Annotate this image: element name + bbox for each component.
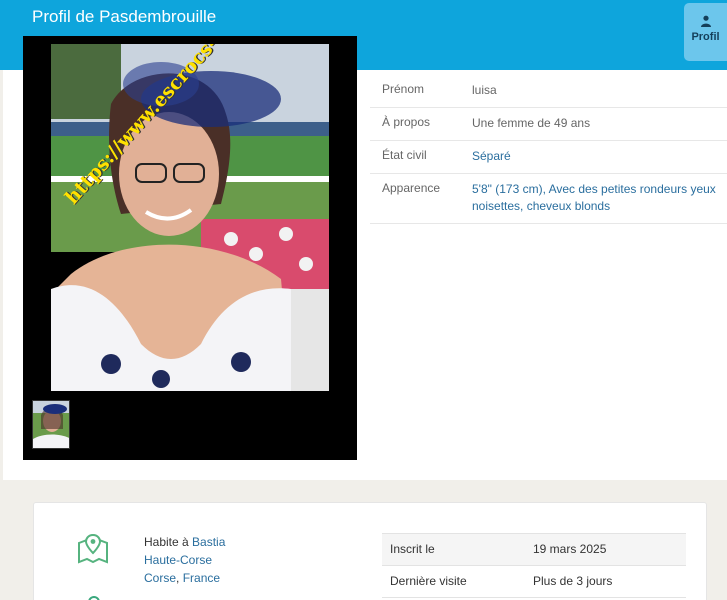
area-link[interactable]: Corse bbox=[144, 571, 176, 585]
account-stats: Inscrit le 19 mars 2025 Dernière visite … bbox=[382, 533, 686, 598]
location-info: Habite à Bastia Haute-Corse Corse, Franc… bbox=[144, 535, 226, 585]
city-link[interactable]: Bastia bbox=[192, 535, 225, 549]
profile-photo-image bbox=[51, 44, 329, 391]
tab-profil-label: Profil bbox=[691, 31, 720, 43]
etat-civil-link[interactable]: Séparé bbox=[472, 148, 727, 165]
detail-row-apparence: Apparence 5'8" (173 cm), Avec des petite… bbox=[370, 174, 727, 224]
region-link[interactable]: Haute-Corse bbox=[144, 553, 212, 567]
stats-row-derniere-visite: Dernière visite Plus de 3 jours bbox=[382, 565, 686, 598]
detail-row-etat-civil: État civil Séparé bbox=[370, 141, 727, 174]
tab-profil[interactable]: Profil bbox=[684, 3, 727, 61]
detail-row-prenom: Prénom luisa bbox=[370, 75, 727, 108]
profile-details: Prénom luisa À propos Une femme de 49 an… bbox=[370, 75, 727, 224]
stats-row-inscrit: Inscrit le 19 mars 2025 bbox=[382, 533, 686, 565]
main-profile-photo[interactable]: https://www.escrocs-du-web.fr bbox=[51, 44, 329, 391]
thumbnail-image bbox=[33, 401, 69, 448]
photo-thumbnail[interactable] bbox=[32, 400, 70, 449]
status-icon bbox=[88, 596, 100, 600]
country-link[interactable]: France bbox=[183, 571, 220, 585]
apparence-link[interactable]: 5'8" (173 cm), Avec des petites rondeurs… bbox=[472, 181, 727, 215]
map-icon bbox=[78, 533, 108, 564]
page-title: Profil de Pasdembrouille bbox=[32, 7, 217, 26]
location-card: Habite à Bastia Haute-Corse Corse, Franc… bbox=[33, 502, 707, 600]
user-icon bbox=[700, 15, 711, 27]
detail-row-a-propos: À propos Une femme de 49 ans bbox=[370, 108, 727, 141]
photo-gallery: https://www.escrocs-du-web.fr bbox=[23, 36, 357, 460]
